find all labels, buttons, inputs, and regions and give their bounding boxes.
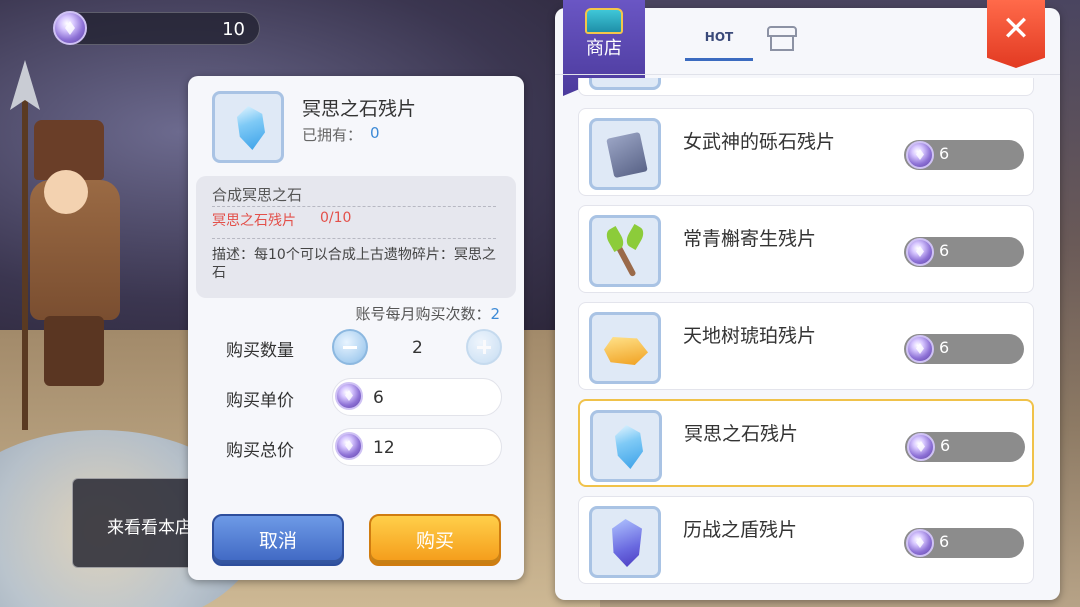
- tab-hot[interactable]: HOT: [685, 30, 753, 61]
- gem-coin-icon: [906, 529, 934, 557]
- npc-spear: [22, 70, 28, 430]
- item-price: 6: [939, 532, 950, 551]
- owned-label: 已拥有：: [302, 126, 363, 144]
- item-price: 6: [939, 144, 950, 163]
- price-badge: 6: [904, 237, 1024, 267]
- material-name: 冥思之石残片: [212, 213, 296, 229]
- npc-dialog-text: 来看看本店: [107, 518, 192, 538]
- item-name: 冥思之石残片: [684, 423, 799, 445]
- divider: [212, 238, 496, 239]
- currency-amount: 10: [222, 19, 245, 40]
- gem-coin-icon: [906, 335, 934, 363]
- unit-price-value: 6: [373, 388, 384, 408]
- unit-price-field: 6: [332, 378, 502, 416]
- store-icon: [767, 26, 797, 37]
- item-icon-frame: [212, 91, 284, 163]
- shopkeeper-npc[interactable]: [0, 60, 130, 430]
- shield-crystal-icon: [612, 519, 642, 567]
- decrease-quantity-button[interactable]: [332, 329, 368, 365]
- unit-price-label: 购买单价: [226, 391, 294, 411]
- item-icon-frame: [590, 410, 662, 482]
- list-item[interactable]: [578, 78, 1034, 96]
- item-price: 6: [939, 338, 950, 357]
- gem-coin-icon: [335, 382, 363, 410]
- gem-coin-icon: [906, 141, 934, 169]
- owned-value: 0: [370, 124, 380, 142]
- total-price-value: 12: [373, 438, 395, 458]
- close-icon: ✕: [1001, 9, 1031, 49]
- price-badge: 6: [905, 432, 1025, 462]
- item-name: 冥思之石残片: [302, 98, 417, 120]
- shop-title: 商店: [586, 38, 622, 59]
- item-info-panel: 合成冥思之石 冥思之石残片 0/10 描述：每10个可以合成上古遗物碎片：冥思之…: [196, 176, 516, 298]
- list-item[interactable]: 天地树琥珀残片 6: [578, 302, 1034, 390]
- crystal-icon: [615, 425, 643, 469]
- item-price: 6: [939, 241, 950, 260]
- price-badge: 6: [904, 528, 1024, 558]
- gem-coin-icon: [335, 432, 363, 460]
- list-item[interactable]: 女武神的砾石残片 6: [578, 108, 1034, 196]
- item-icon-frame: [589, 312, 661, 384]
- npc-face: [44, 170, 88, 214]
- total-price-field: 12: [332, 428, 502, 466]
- monthly-limit-value: 2: [490, 305, 500, 323]
- leaf-icon: [623, 223, 647, 251]
- item-icon-frame: [589, 118, 661, 190]
- list-item-selected[interactable]: 冥思之石残片 6: [578, 399, 1034, 487]
- currency-bar: 10: [53, 11, 260, 45]
- monthly-limit: 账号每月购买次数：2: [355, 303, 500, 324]
- item-description: 描述：每10个可以合成上古遗物碎片：冥思之石: [212, 247, 496, 281]
- price-badge: 6: [904, 334, 1024, 364]
- crystal-icon: [237, 106, 265, 150]
- item-icon-frame: [589, 506, 661, 578]
- price-badge: 6: [904, 140, 1024, 170]
- npc-legs: [44, 316, 104, 386]
- divider: [212, 206, 496, 207]
- item-name: 天地树琥珀残片: [683, 325, 817, 347]
- material-count: 0/10: [320, 210, 352, 226]
- item-icon-frame: [589, 78, 661, 90]
- monthly-limit-label: 账号每月购买次数：: [355, 305, 491, 323]
- shop-panel: 商店 HOT 女武神的砾石残片 6 常青槲寄生残片 6 天地树琥珀残片 6 冥思…: [555, 0, 1060, 600]
- buy-button[interactable]: 购买: [369, 514, 501, 566]
- tab-store[interactable]: [767, 26, 797, 54]
- gem-coin-icon: [53, 11, 87, 45]
- book-icon: [606, 131, 648, 179]
- purchase-dialog: 冥思之石残片 已拥有： 0 合成冥思之石 冥思之石残片 0/10 描述：每10个…: [188, 76, 524, 580]
- cancel-button[interactable]: 取消: [212, 514, 344, 566]
- item-name: 历战之盾残片: [683, 519, 798, 541]
- item-icon-frame: [589, 215, 661, 287]
- quantity-label: 购买数量: [226, 341, 294, 361]
- shop-item-list[interactable]: 女武神的砾石残片 6 常青槲寄生残片 6 天地树琥珀残片 6 冥思之石残片 6 …: [578, 78, 1034, 592]
- item-price: 6: [940, 436, 951, 455]
- quantity-value[interactable]: 2: [412, 338, 423, 358]
- divider: [555, 74, 1060, 75]
- increase-quantity-button[interactable]: [466, 329, 502, 365]
- store-icon-base: [770, 37, 794, 51]
- item-name: 常青槲寄生残片: [683, 228, 817, 250]
- item-name: 女武神的砾石残片: [683, 131, 836, 153]
- gem-coin-icon: [907, 433, 935, 461]
- gem-coin-icon: [906, 238, 934, 266]
- close-button[interactable]: ✕: [987, 0, 1045, 68]
- treasure-chest-icon: [585, 8, 623, 34]
- amber-icon: [604, 337, 648, 365]
- total-price-label: 购买总价: [226, 441, 294, 461]
- list-item[interactable]: 常青槲寄生残片 6: [578, 205, 1034, 293]
- combine-title: 合成冥思之石: [212, 186, 303, 204]
- list-item[interactable]: 历战之盾残片 6: [578, 496, 1034, 584]
